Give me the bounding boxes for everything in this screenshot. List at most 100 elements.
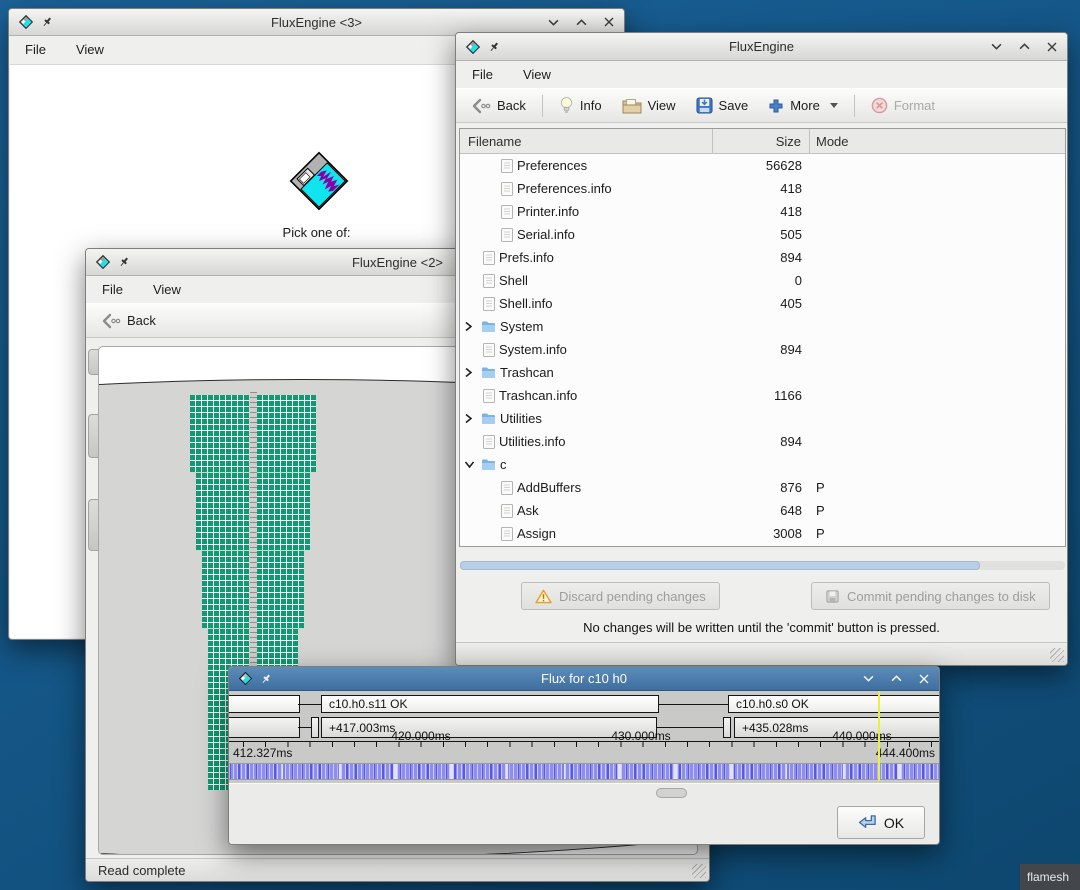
app-icon (238, 671, 253, 686)
save-button[interactable]: Save (687, 93, 758, 118)
pin-icon[interactable] (41, 16, 53, 28)
scrollbar-thumb[interactable] (460, 561, 980, 570)
menu-view[interactable]: View (523, 67, 551, 82)
back-button[interactable]: Back (92, 309, 165, 333)
file-name-cell: Trashcan.info (460, 388, 713, 403)
collapse-arrow-icon[interactable] (464, 460, 475, 469)
table-row[interactable]: Preferences56628 (460, 154, 1065, 177)
timeline-major-label: 430.000ms (611, 729, 670, 743)
folder-icon (481, 366, 496, 379)
file-name: Shell.info (499, 296, 552, 311)
menu-file[interactable]: File (102, 282, 123, 297)
flameshot-tray-label[interactable]: flamesh (1020, 864, 1080, 890)
file-icon (483, 251, 495, 265)
more-button[interactable]: More (759, 94, 847, 118)
lightbulb-icon (559, 96, 574, 115)
view-label: View (648, 98, 676, 113)
close-icon[interactable] (603, 16, 615, 28)
back-label: Back (127, 313, 156, 328)
ok-arrow-icon (858, 814, 879, 831)
file-icon (483, 343, 495, 357)
close-icon[interactable] (1046, 41, 1058, 53)
table-header[interactable]: Filename Size Mode (460, 129, 1065, 154)
connector-line (298, 704, 321, 705)
minimize-icon[interactable] (547, 16, 559, 28)
column-header-size[interactable]: Size (713, 129, 810, 153)
table-row[interactable]: Prefs.info894 (460, 246, 1065, 269)
table-row[interactable]: AddBuffers876P (460, 476, 1065, 499)
record-marker-box[interactable] (723, 717, 731, 738)
format-button[interactable]: Format (862, 93, 944, 118)
table-row[interactable]: Preferences.info418 (460, 177, 1065, 200)
resize-grip[interactable] (1050, 648, 1064, 662)
toolbar-separator (542, 95, 543, 117)
plus-icon (768, 98, 784, 114)
horizontal-scrollbar[interactable] (460, 561, 1065, 570)
minimize-icon[interactable] (990, 41, 1002, 53)
minimize-icon[interactable] (862, 673, 874, 685)
file-name: System.info (499, 342, 567, 357)
table-row[interactable]: Assign3008P (460, 522, 1065, 545)
file-size: 3008 (713, 526, 810, 541)
connector-line (659, 704, 728, 705)
resize-grip[interactable] (692, 864, 706, 878)
timeline-end-label: 444.400ms (876, 746, 935, 760)
ok-button[interactable]: OK (837, 806, 925, 839)
file-name: System (500, 319, 543, 334)
expand-arrow-icon[interactable] (464, 367, 473, 378)
pin-icon[interactable] (118, 256, 130, 268)
sector-box[interactable]: c10.h0.s0 OK (728, 695, 939, 713)
table-row[interactable]: Serial.info505 (460, 223, 1065, 246)
connector-line (298, 727, 311, 728)
flux-density-strip[interactable] (229, 763, 939, 780)
flux-view[interactable]: c10.h0.s11 OK c10.h0.s0 OK +417.003ms +4… (229, 691, 939, 844)
window-title: Flux for c10 h0 (289, 671, 879, 686)
table-row[interactable]: System (460, 315, 1065, 338)
table-row[interactable]: Trashcan (460, 361, 1065, 384)
file-name-cell: Prefs.info (460, 250, 713, 265)
table-row[interactable]: Shell.info405 (460, 292, 1065, 315)
table-row[interactable]: c (460, 453, 1065, 476)
menu-view[interactable]: View (76, 42, 104, 57)
dropdown-caret-icon[interactable] (830, 103, 838, 108)
table-row[interactable]: Printer.info418 (460, 200, 1065, 223)
table-row[interactable]: Trashcan.info1166 (460, 384, 1065, 407)
maximize-icon[interactable] (575, 16, 587, 28)
record-marker-box[interactable] (311, 717, 319, 738)
table-row[interactable]: Utilities (460, 407, 1065, 430)
expand-arrow-icon[interactable] (464, 413, 473, 424)
titlebar[interactable]: FluxEngine (456, 33, 1067, 61)
view-button[interactable]: View (613, 94, 685, 118)
warning-icon (535, 589, 552, 604)
table-row[interactable]: Utilities.info894 (460, 430, 1065, 453)
table-row[interactable]: System.info894 (460, 338, 1065, 361)
record-box-partial[interactable] (229, 717, 300, 738)
scroll-handle[interactable] (656, 788, 687, 798)
file-name-cell: Serial.info (460, 227, 713, 242)
commit-changes-button[interactable]: Commit pending changes to disk (811, 582, 1050, 610)
menu-view[interactable]: View (153, 282, 181, 297)
menu-file[interactable]: File (25, 42, 46, 57)
pin-icon[interactable] (488, 41, 500, 53)
discard-changes-button[interactable]: Discard pending changes (521, 582, 720, 610)
titlebar[interactable]: Flux for c10 h0 (229, 667, 939, 691)
info-button[interactable]: Info (550, 92, 611, 119)
expand-arrow-icon[interactable] (464, 321, 473, 332)
more-label: More (790, 98, 820, 113)
table-row[interactable]: Ask648P (460, 499, 1065, 522)
maximize-icon[interactable] (890, 673, 902, 685)
file-name-cell: Shell.info (460, 296, 713, 311)
file-name: Utilities (500, 411, 542, 426)
pin-icon[interactable] (260, 673, 272, 685)
maximize-icon[interactable] (1018, 41, 1030, 53)
back-button[interactable]: Back (462, 94, 535, 118)
column-header-filename[interactable]: Filename (460, 129, 713, 153)
sector-box-partial[interactable] (229, 695, 300, 713)
file-name-cell: Utilities.info (460, 434, 713, 449)
sector-box[interactable]: c10.h0.s11 OK (321, 695, 659, 713)
record-box[interactable]: +417.003ms (321, 717, 657, 738)
column-header-mode[interactable]: Mode (810, 129, 1065, 153)
table-row[interactable]: Shell0 (460, 269, 1065, 292)
menu-file[interactable]: File (472, 67, 493, 82)
close-icon[interactable] (918, 673, 930, 685)
